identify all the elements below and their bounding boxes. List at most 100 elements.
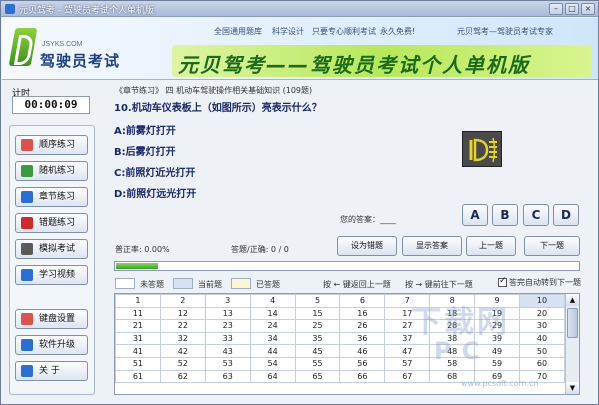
sidebar-item-8[interactable]: 软件升级 [15,335,88,355]
question-cell[interactable]: 39 [474,331,521,346]
question-cell[interactable]: 21 [115,319,161,333]
question-cell[interactable]: 13 [204,306,251,321]
close-button[interactable]: × [581,3,595,15]
question-cell[interactable]: 33 [204,331,251,346]
question-cell[interactable]: 2 [159,294,206,308]
question-cell[interactable]: 40 [519,331,565,346]
answer-button-b[interactable]: B [492,204,518,226]
question-cell[interactable]: 43 [204,344,251,358]
question-cell[interactable]: 47 [384,344,431,358]
question-cell[interactable]: 50 [519,344,565,358]
question-cell[interactable]: 57 [384,356,431,371]
sidebar-item-3[interactable]: 章节练习 [15,187,88,207]
question-cell[interactable]: 46 [339,344,386,358]
question-cell[interactable]: 31 [115,331,161,346]
question-cell[interactable]: 10 [519,294,565,308]
question-cell[interactable]: 22 [159,319,206,333]
checkbox-checked-icon[interactable] [498,276,507,287]
question-cell[interactable]: 67 [384,369,431,384]
sidebar-item-7[interactable]: 键盘设置 [15,309,88,329]
answer-button-a[interactable]: A [462,204,488,226]
maximize-button[interactable]: □ [565,3,579,15]
question-cell[interactable]: 8 [429,294,476,308]
option-a[interactable]: A:前雾灯打开 [114,122,176,137]
question-cell[interactable]: 37 [384,331,431,346]
question-cell[interactable]: 5 [294,294,341,308]
question-cell[interactable]: 1 [115,294,161,308]
question-cell[interactable]: 32 [159,331,206,346]
question-cell[interactable]: 41 [115,344,161,358]
question-cell[interactable]: 20 [519,306,565,321]
question-cell[interactable]: 69 [474,369,521,384]
question-cell[interactable]: 28 [429,319,476,333]
question-cell[interactable]: 23 [204,319,251,333]
question-cell[interactable]: 38 [429,331,476,346]
question-cell[interactable]: 55 [294,356,341,371]
question-cell[interactable]: 3 [204,294,251,308]
sidebar-item-6[interactable]: 学习视频 [15,265,88,285]
sidebar-item-1[interactable]: 顺序练习 [15,135,88,155]
question-cell[interactable]: 68 [429,369,476,384]
question-cell[interactable]: 58 [429,356,476,371]
question-cell[interactable]: 48 [429,344,476,358]
sidebar-item-9[interactable]: 关 于 [15,361,88,381]
question-cell[interactable]: 62 [159,369,206,384]
question-cell[interactable]: 9 [474,294,521,308]
option-b[interactable]: B:后雾灯打开 [114,143,176,158]
scroll-thumb[interactable] [567,308,578,338]
sidebar-item-5[interactable]: 模拟考试 [15,239,88,259]
grid-scrollbar[interactable]: ▲ ▼ [565,294,579,394]
question-cell[interactable]: 63 [204,369,251,384]
question-cell[interactable]: 49 [474,344,521,358]
question-cell[interactable]: 52 [159,356,206,371]
question-cell[interactable]: 44 [249,344,296,358]
scroll-down-icon[interactable]: ▼ [566,382,579,394]
prev-question-button[interactable]: 上一题 [466,236,516,256]
question-cell[interactable]: 56 [339,356,386,371]
question-cell[interactable]: 53 [204,356,251,371]
question-cell[interactable]: 60 [519,356,565,371]
question-cell[interactable]: 59 [474,356,521,371]
answer-button-d[interactable]: D [553,204,579,226]
mark-wrong-button[interactable]: 设为错题 [337,236,397,256]
option-d[interactable]: D:前照灯远光打开 [114,185,196,200]
question-cell[interactable]: 30 [519,319,565,333]
question-cell[interactable]: 15 [294,306,341,321]
question-cell[interactable]: 54 [249,356,296,371]
sidebar-item-2[interactable]: 随机练习 [15,161,88,181]
option-c[interactable]: C:前照灯近光打开 [114,164,195,179]
question-cell[interactable]: 66 [339,369,386,384]
question-cell[interactable]: 45 [294,344,341,358]
question-cell[interactable]: 27 [384,319,431,333]
question-cell[interactable]: 65 [294,369,341,384]
question-cell[interactable]: 6 [339,294,386,308]
minimize-button[interactable]: – [549,3,563,15]
question-cell[interactable]: 19 [474,306,521,321]
question-cell[interactable]: 7 [384,294,431,308]
question-cell[interactable]: 26 [339,319,386,333]
question-cell[interactable]: 35 [294,331,341,346]
question-cell[interactable]: 17 [384,306,431,321]
show-answer-button[interactable]: 显示答案 [402,236,462,256]
question-cell[interactable]: 11 [115,306,161,321]
sidebar-item-4[interactable]: 错题练习 [15,213,88,233]
question-cell[interactable]: 24 [249,319,296,333]
question-cell[interactable]: 18 [429,306,476,321]
question-cell[interactable]: 14 [249,306,296,321]
question-cell[interactable]: 51 [115,356,161,371]
question-cell[interactable]: 61 [115,369,161,384]
question-cell[interactable]: 70 [519,369,565,384]
question-cell[interactable]: 34 [249,331,296,346]
question-cell[interactable]: 4 [249,294,296,308]
question-cell[interactable]: 29 [474,319,521,333]
question-cell[interactable]: 16 [339,306,386,321]
scroll-up-icon[interactable]: ▲ [566,294,579,306]
question-cell[interactable]: 12 [159,306,206,321]
question-cell[interactable]: 42 [159,344,206,358]
autojump-checkbox[interactable]: 答完自动转到下一题 [498,276,581,288]
question-cell[interactable]: 25 [294,319,341,333]
next-question-button[interactable]: 下一题 [524,236,580,256]
answer-button-c[interactable]: C [523,204,549,226]
question-cell[interactable]: 36 [339,331,386,346]
question-cell[interactable]: 64 [249,369,296,384]
